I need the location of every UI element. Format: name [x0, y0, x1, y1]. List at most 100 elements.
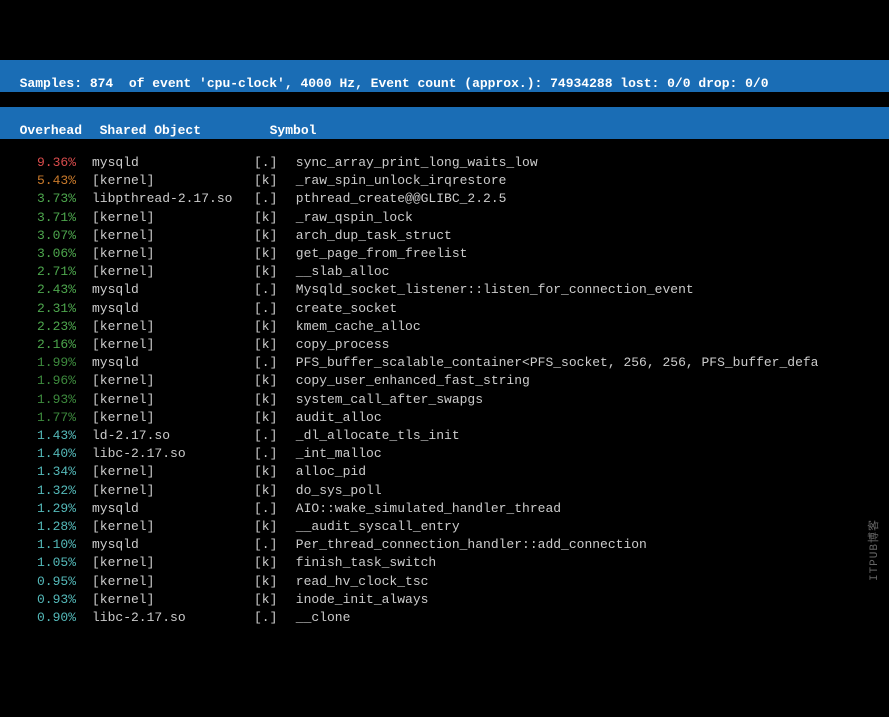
col-header-shared: Shared Object — [100, 123, 270, 138]
overhead-value: 2.31% — [4, 300, 76, 318]
perf-row[interactable]: 1.93%[kernel][k] system_call_after_swapg… — [4, 391, 885, 409]
symbol-name: __clone — [288, 610, 350, 625]
overhead-value: 5.43% — [4, 172, 76, 190]
overhead-value: 2.23% — [4, 318, 76, 336]
perf-row[interactable]: 9.36%mysqld[.] sync_array_print_long_wai… — [4, 154, 885, 172]
perf-row[interactable]: 1.10%mysqld[.] Per_thread_connection_han… — [4, 536, 885, 554]
symbol-name: do_sys_poll — [288, 483, 382, 498]
perf-row[interactable]: 2.31%mysqld[.] create_socket — [4, 300, 885, 318]
shared-object-value: mysqld — [92, 354, 254, 372]
shared-object-value: [kernel] — [92, 391, 254, 409]
perf-row[interactable]: 1.77%[kernel][k] audit_alloc — [4, 409, 885, 427]
symbol-type: [.] — [254, 281, 288, 299]
overhead-value: 2.16% — [4, 336, 76, 354]
perf-row[interactable]: 0.90%libc-2.17.so[.] __clone — [4, 609, 885, 627]
perf-row[interactable]: 0.93%[kernel][k] inode_init_always — [4, 591, 885, 609]
symbol-name: Mysqld_socket_listener::listen_for_conne… — [288, 282, 694, 297]
symbol-name: finish_task_switch — [288, 555, 436, 570]
perf-row[interactable]: 2.23% [kernel][k] kmem_cache_alloc — [4, 318, 885, 336]
symbol-name: read_hv_clock_tsc — [288, 574, 428, 589]
shared-object-value: [kernel] — [92, 482, 254, 500]
perf-row[interactable]: 1.32% [kernel][k] do_sys_poll — [4, 482, 885, 500]
shared-object-value: [kernel] — [92, 518, 254, 536]
symbol-type: [k] — [254, 172, 288, 190]
perf-row[interactable]: 3.71%[kernel][k] _raw_qspin_lock — [4, 209, 885, 227]
symbol-type: [.] — [254, 536, 288, 554]
shared-object-value: [kernel] — [92, 245, 254, 263]
symbol-type: [.] — [254, 427, 288, 445]
symbol-type: [k] — [254, 227, 288, 245]
symbol-type: [k] — [254, 409, 288, 427]
symbol-type: [k] — [254, 372, 288, 390]
overhead-value: 1.96% — [4, 372, 76, 390]
shared-object-value: [kernel] — [92, 318, 254, 336]
perf-column-headers: OverheadShared ObjectSymbol — [0, 107, 889, 139]
overhead-value: 1.29% — [4, 500, 76, 518]
overhead-value: 1.43% — [4, 427, 76, 445]
perf-row[interactable]: 3.07%[kernel][k] arch_dup_task_struct — [4, 227, 885, 245]
symbol-name: copy_process — [288, 337, 389, 352]
shared-object-value: [kernel] — [92, 409, 254, 427]
perf-row[interactable]: 1.05%[kernel][k] finish_task_switch — [4, 554, 885, 572]
overhead-value: 2.43% — [4, 281, 76, 299]
overhead-value: 2.71% — [4, 263, 76, 281]
col-header-symbol: Symbol — [270, 123, 317, 138]
shared-object-value: [kernel] — [92, 336, 254, 354]
overhead-value: 1.10% — [4, 536, 76, 554]
overhead-value: 0.95% — [4, 573, 76, 591]
shared-object-value: [kernel] — [92, 263, 254, 281]
perf-row[interactable]: 1.28%[kernel][k] __audit_syscall_entry — [4, 518, 885, 536]
perf-row[interactable]: 1.96%[kernel][k] copy_user_enhanced_fast… — [4, 372, 885, 390]
symbol-type: [.] — [254, 300, 288, 318]
shared-object-value: libc-2.17.so — [92, 445, 254, 463]
symbol-name: alloc_pid — [288, 464, 366, 479]
symbol-name: _dl_allocate_tls_init — [288, 428, 460, 443]
perf-row[interactable]: 3.73%libpthread-2.17.so[.] pthread_creat… — [4, 190, 885, 208]
symbol-type: [.] — [254, 354, 288, 372]
overhead-value: 3.73% — [4, 190, 76, 208]
perf-row[interactable]: 2.71%[kernel][k] __slab_alloc — [4, 263, 885, 281]
perf-row[interactable]: 1.34% [kernel][k] alloc_pid — [4, 463, 885, 481]
perf-row[interactable]: 1.29%mysqld[.] AIO::wake_simulated_handl… — [4, 500, 885, 518]
symbol-type: [.] — [254, 500, 288, 518]
symbol-name: inode_init_always — [288, 592, 428, 607]
symbol-type: [k] — [254, 209, 288, 227]
perf-summary-text: Samples: 874 of event 'cpu-clock', 4000 … — [20, 76, 769, 91]
overhead-value: 3.06% — [4, 245, 76, 263]
shared-object-value: ld-2.17.so — [92, 427, 254, 445]
symbol-type: [k] — [254, 482, 288, 500]
perf-row[interactable]: 3.06%[kernel][k] get_page_from_freelist — [4, 245, 885, 263]
symbol-type: [k] — [254, 554, 288, 572]
symbol-name: Per_thread_connection_handler::add_conne… — [288, 537, 647, 552]
perf-row[interactable]: 2.43% mysqld[.] Mysqld_socket_listener::l… — [4, 281, 885, 299]
symbol-type: [k] — [254, 463, 288, 481]
perf-row[interactable]: 1.99%mysqld[.] PFS_buffer_scalable_conta… — [4, 354, 885, 372]
overhead-value: 0.93% — [4, 591, 76, 609]
symbol-name: pthread_create@@GLIBC_2.2.5 — [288, 191, 506, 206]
overhead-value: 1.40% — [4, 445, 76, 463]
perf-row[interactable]: 5.43%[kernel][k] _raw_spin_unlock_irqres… — [4, 172, 885, 190]
perf-row[interactable]: 1.43% ld-2.17.so[.] _dl_allocate_tls_init — [4, 427, 885, 445]
overhead-value: 1.32% — [4, 482, 76, 500]
perf-row[interactable]: 1.40%libc-2.17.so[.] _int_malloc — [4, 445, 885, 463]
symbol-name: system_call_after_swapgs — [288, 392, 483, 407]
overhead-value: 1.28% — [4, 518, 76, 536]
symbol-name: __audit_syscall_entry — [288, 519, 460, 534]
overhead-value: 1.34% — [4, 463, 76, 481]
overhead-value: 3.07% — [4, 227, 76, 245]
perf-row[interactable]: 2.16%[kernel][k] copy_process — [4, 336, 885, 354]
symbol-name: kmem_cache_alloc — [288, 319, 421, 334]
symbol-name: get_page_from_freelist — [288, 246, 467, 261]
symbol-name: AIO::wake_simulated_handler_thread — [288, 501, 561, 516]
symbol-name: create_socket — [288, 301, 397, 316]
symbol-type: [k] — [254, 318, 288, 336]
shared-object-value: [kernel] — [92, 463, 254, 481]
shared-object-value: mysqld — [92, 281, 254, 299]
shared-object-value: [kernel] — [92, 172, 254, 190]
shared-object-value: [kernel] — [92, 554, 254, 572]
overhead-value: 1.77% — [4, 409, 76, 427]
overhead-value: 1.93% — [4, 391, 76, 409]
perf-row[interactable]: 0.95%[kernel][k] read_hv_clock_tsc — [4, 573, 885, 591]
symbol-name: copy_user_enhanced_fast_string — [288, 373, 530, 388]
watermark-text: ITPUB博客 — [865, 519, 881, 581]
